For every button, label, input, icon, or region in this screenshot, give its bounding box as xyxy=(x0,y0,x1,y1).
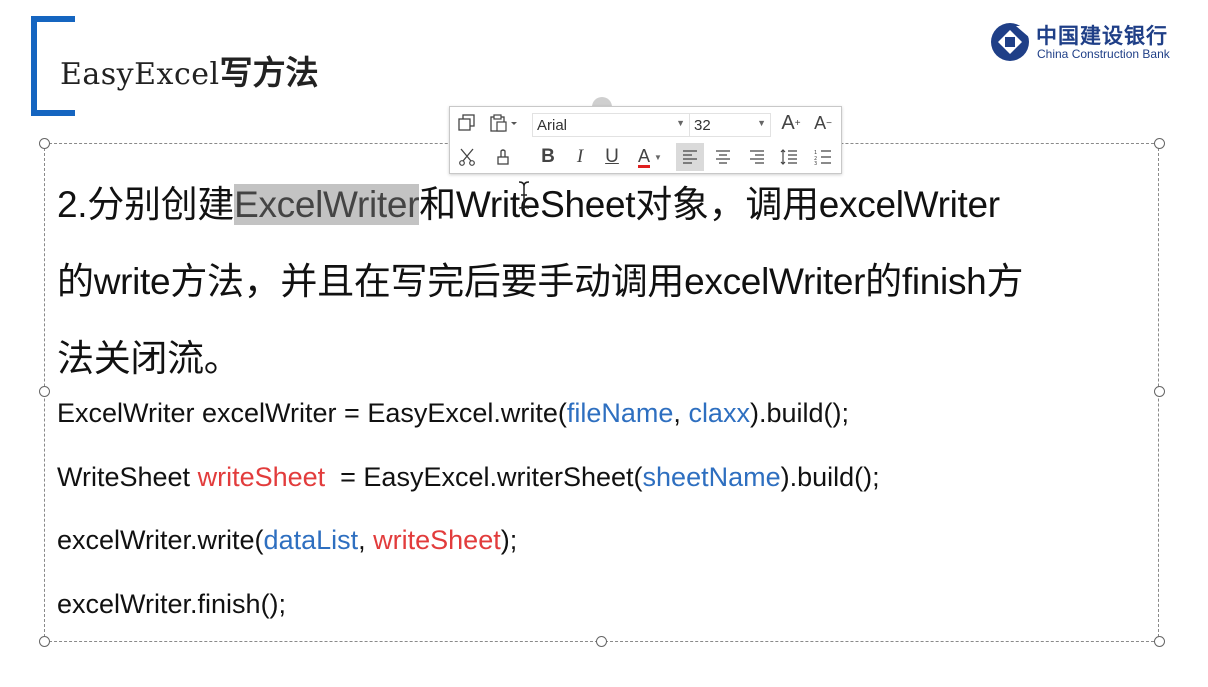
paragraph-line-2[interactable]: 的write方法，并且在写完后要手动调用excelWriter的finish方 xyxy=(57,251,1023,305)
font-select-value: Arial xyxy=(537,116,568,134)
font-size-value: 32 xyxy=(694,116,711,134)
align-left-icon[interactable] xyxy=(676,143,704,171)
font-color-label: A xyxy=(638,145,651,168)
paragraph-text: 2.分别创建 xyxy=(57,184,235,225)
code-text: ExcelWriter excelWriter = EasyExcel.writ… xyxy=(57,398,567,428)
selected-text[interactable]: ExcelWriter xyxy=(234,184,420,225)
paragraph-text: 和WriteSheet对象，调用excelWriter xyxy=(419,184,1000,225)
chevron-down-icon: ▼ xyxy=(757,118,766,128)
slide-title-cn: 写方法 xyxy=(219,53,319,92)
toolbar-row-1: Arial ▼ 32 ▼ A + A − xyxy=(450,109,841,141)
code-variable: writeSheet xyxy=(373,525,501,555)
align-right-icon[interactable] xyxy=(744,143,770,171)
decrease-font-label: A xyxy=(814,112,827,133)
code-param: sheetName xyxy=(642,462,781,492)
code-line-1[interactable]: ExcelWriter excelWriter = EasyExcel.writ… xyxy=(57,398,849,429)
code-text: WriteSheet xyxy=(57,462,198,492)
code-text: ); xyxy=(500,525,518,555)
logo-text-cn: 中国建设银行 xyxy=(1036,24,1168,48)
toolbar-row-2: B I U A ▼ 123 xyxy=(450,143,841,175)
ccb-logo-icon xyxy=(991,23,1030,61)
align-center-icon[interactable] xyxy=(710,143,736,171)
font-color-icon[interactable]: A ▼ xyxy=(632,143,668,171)
code-variable: writeSheet xyxy=(197,462,326,492)
svg-text:3: 3 xyxy=(814,161,817,165)
code-text: ).build(); xyxy=(749,398,849,428)
code-text: , xyxy=(358,525,374,555)
resize-handle-bottom-left[interactable] xyxy=(39,636,50,647)
decrease-font-icon[interactable]: A − xyxy=(810,109,836,137)
resize-handle-bottom-center[interactable] xyxy=(596,636,607,647)
bold-icon[interactable]: B xyxy=(536,143,560,171)
chevron-down-icon: ▼ xyxy=(676,118,685,128)
font-size-select[interactable]: 32 ▼ xyxy=(689,113,771,137)
underline-icon[interactable]: U xyxy=(600,143,624,171)
code-text: , xyxy=(673,398,689,428)
code-param: claxx xyxy=(688,398,750,428)
text-cursor-icon xyxy=(518,181,530,209)
increase-font-label: A xyxy=(781,111,795,134)
resize-handle-top-left[interactable] xyxy=(39,138,50,149)
numbering-icon[interactable]: 123 xyxy=(810,143,836,171)
line-spacing-icon[interactable] xyxy=(776,143,802,171)
code-text: ).build(); xyxy=(780,462,880,492)
font-select[interactable]: Arial ▼ xyxy=(532,113,690,137)
italic-icon[interactable]: I xyxy=(568,143,592,171)
code-param: fileName xyxy=(566,398,674,428)
resize-handle-bottom-right[interactable] xyxy=(1154,636,1165,647)
resize-handle-middle-right[interactable] xyxy=(1154,386,1165,397)
cut-icon[interactable] xyxy=(454,143,480,171)
code-line-2[interactable]: WriteSheet writeSheet = EasyExcel.writer… xyxy=(57,462,880,493)
format-painter-icon[interactable] xyxy=(490,143,516,171)
mini-format-toolbar: Arial ▼ 32 ▼ A + A − B I U A ▼ 1 2 3 xyxy=(449,106,842,174)
code-line-4[interactable]: excelWriter.finish(); xyxy=(57,589,286,620)
code-line-3[interactable]: excelWriter.write(dataList, writeSheet); xyxy=(57,525,517,556)
code-text: = EasyExcel.writerSheet( xyxy=(325,462,643,492)
copy-icon[interactable] xyxy=(454,109,480,137)
paste-icon[interactable] xyxy=(484,109,524,137)
resize-handle-middle-left[interactable] xyxy=(39,386,50,397)
paragraph-line-3[interactable]: 法关闭流。 xyxy=(57,328,241,382)
logo-text-en: China Construction Bank xyxy=(1037,47,1170,61)
slide-title: EasyExcel写方法 xyxy=(60,46,319,94)
code-text: excelWriter.write( xyxy=(57,525,264,555)
slide-title-latin: EasyExcel xyxy=(60,57,220,92)
code-param: dataList xyxy=(263,525,359,555)
increase-font-icon[interactable]: A + xyxy=(778,109,804,137)
resize-handle-top-right[interactable] xyxy=(1154,138,1165,149)
